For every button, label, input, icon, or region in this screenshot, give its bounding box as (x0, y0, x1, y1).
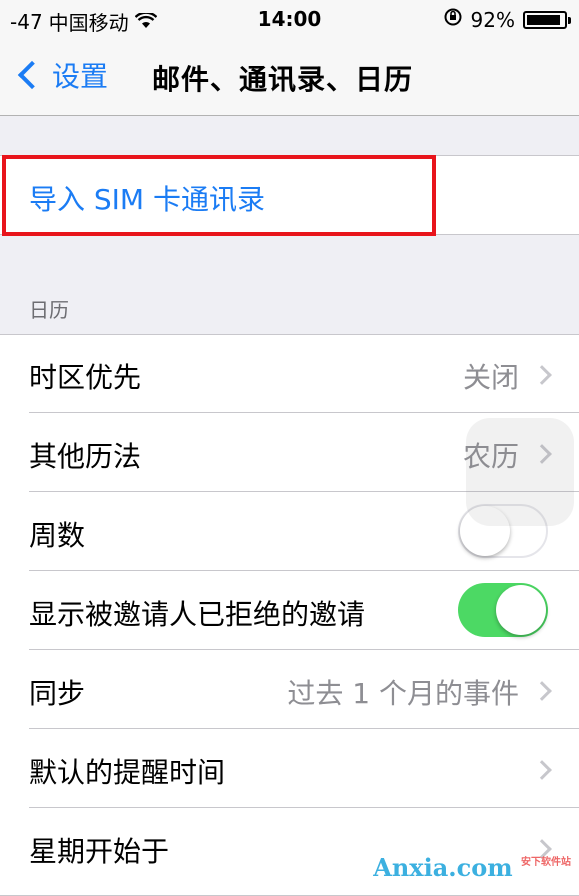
row-label: 默认的提醒时间 (29, 756, 226, 789)
row-timezone-override[interactable]: 时区优先 关闭 (0, 335, 579, 413)
row-label: 时区优先 (29, 361, 142, 394)
row-separator (29, 570, 579, 571)
battery-percent: 92% (470, 7, 515, 32)
row-separator (29, 649, 579, 650)
navigation-bar: 设置 邮件、通讯录、日历 (0, 38, 579, 116)
show-declined-invitations-toggle[interactable] (458, 583, 548, 637)
status-bar: -47 中国移动 14:00 92% (0, 0, 579, 38)
assistive-touch-button[interactable] (466, 418, 574, 526)
chevron-left-icon (17, 60, 47, 90)
row-show-declined-invitations: 显示被邀请人已拒绝的邀请 (0, 572, 579, 650)
page-title: 邮件、通讯录、日历 (152, 63, 414, 96)
row-default-alert-times[interactable]: 默认的提醒时间 (0, 730, 579, 808)
chevron-right-icon (532, 681, 552, 701)
row-label: 其他历法 (29, 440, 142, 473)
highlight-annotation-box (2, 155, 436, 236)
orientation-lock-icon (443, 7, 463, 32)
calendar-section-header: 日历 (29, 298, 69, 322)
back-button[interactable]: 设置 (12, 55, 108, 95)
watermark-text: Anxia (373, 853, 449, 882)
row-sync[interactable]: 同步 过去 1 个月的事件 (0, 651, 579, 729)
row-label: 显示被邀请人已拒绝的邀请 (29, 598, 366, 631)
row-value: 关闭 (462, 361, 519, 394)
battery-fill (527, 14, 560, 25)
battery-icon (523, 10, 571, 29)
row-label: 同步 (29, 677, 86, 710)
chevron-right-icon (532, 760, 552, 780)
watermark-suffix: .com (448, 853, 513, 882)
row-separator (29, 807, 579, 808)
row-value: 过去 1 个月的事件 (287, 677, 519, 710)
chevron-right-icon (532, 365, 552, 385)
row-separator (29, 728, 579, 729)
status-right: 92% (443, 7, 571, 32)
watermark-logo: Anxia.com 安下软件站 (373, 853, 571, 882)
row-separator (29, 412, 579, 413)
row-label: 星期开始于 (29, 835, 170, 868)
watermark-tag: 安下软件站 (521, 857, 571, 868)
back-label: 设置 (52, 60, 109, 93)
row-label: 周数 (29, 519, 86, 552)
toggle-knob (496, 585, 546, 635)
